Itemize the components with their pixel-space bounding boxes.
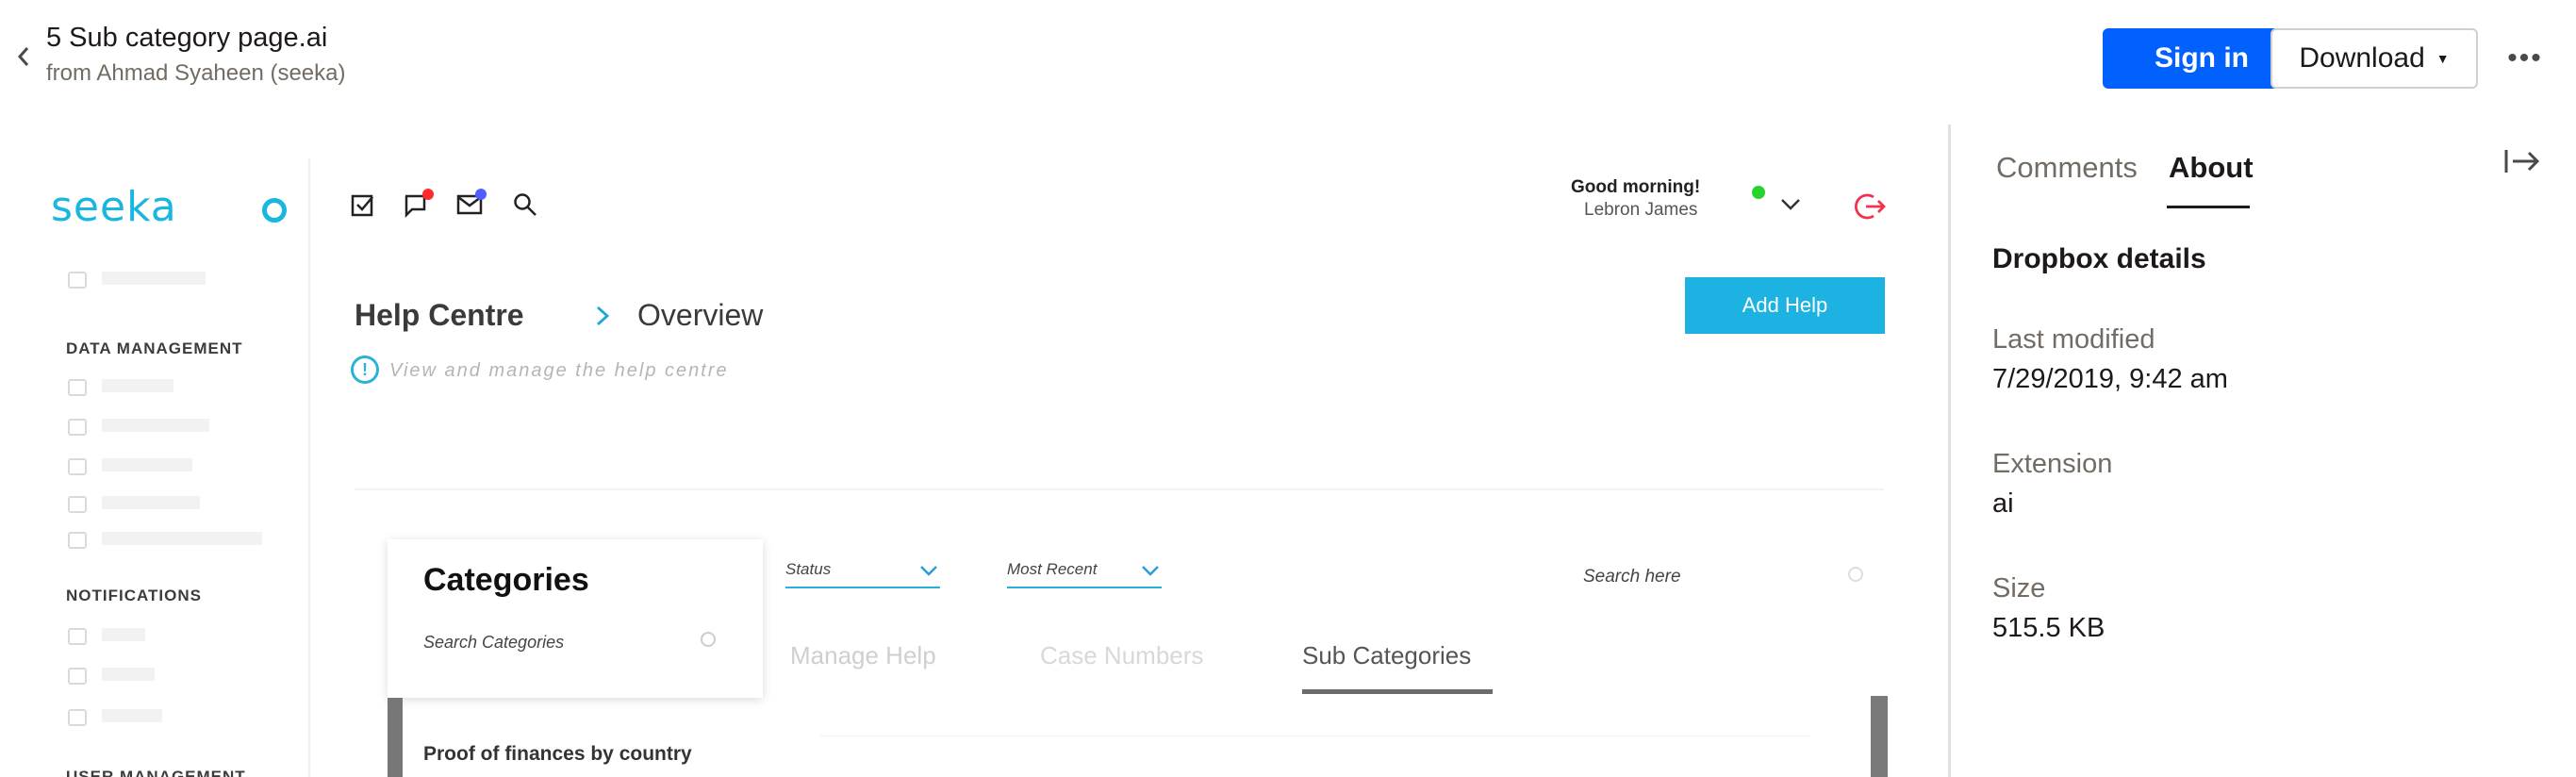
download-label: Download (2299, 42, 2425, 74)
chevron-down-icon (919, 562, 938, 584)
download-button[interactable]: Download ▼ (2271, 28, 2478, 89)
active-tab-indicator (2167, 206, 2250, 208)
sidebar-item-placeholder (102, 458, 192, 471)
tab-manage-help: Manage Help (790, 641, 936, 670)
tab-sub-categories: Sub Categories (1302, 641, 1472, 670)
search-icon (511, 190, 539, 219)
categories-title: Categories (423, 562, 589, 598)
scroll-region-left (388, 698, 403, 777)
active-tab-indicator (1302, 689, 1493, 694)
add-help-button: Add Help (1685, 277, 1885, 334)
collapse-panel-icon[interactable] (2503, 147, 2541, 184)
section-notifications: NOTIFICATIONS (66, 587, 202, 604)
last-modified-value: 7/29/2019, 9:42 am (1992, 364, 2228, 394)
sidebar-item-placeholder (102, 628, 145, 641)
chart-icon (68, 496, 87, 513)
file-owner: from Ahmad Syaheen (seeka) (46, 60, 346, 86)
file-title: 5 Sub category page.ai (46, 23, 328, 53)
section-data-management: DATA MANAGEMENT (66, 339, 243, 357)
status-filter: Status (785, 560, 940, 588)
status-filter-label: Status (785, 560, 832, 578)
home-icon (68, 272, 87, 289)
recent-filter-label: Most Recent (1007, 560, 1098, 578)
sidebar-item-placeholder (102, 532, 262, 545)
breadcrumb-current: Overview (637, 298, 764, 332)
sidebar-item-placeholder (102, 272, 206, 285)
tab-case-numbers: Case Numbers (1040, 641, 1204, 670)
sidebar-item-placeholder (102, 668, 155, 681)
chevron-right-icon (594, 304, 611, 336)
size-label: Size (1992, 573, 2046, 603)
size-value: 515.5 KB (1992, 613, 2105, 643)
search-icon (701, 632, 716, 647)
design-sidebar-border (308, 158, 310, 777)
chat-badge (422, 189, 434, 200)
breadcrumb-root: Help Centre (355, 298, 524, 332)
bell-icon (68, 628, 87, 645)
search-here-input: Search here (1583, 567, 1681, 587)
scroll-region-right (1871, 696, 1888, 777)
user-name: Lebron James (1584, 200, 1698, 220)
page-subtitle: View and manage the help centre (389, 360, 729, 381)
back-button[interactable] (9, 38, 38, 75)
chevron-left-icon (17, 47, 29, 66)
sidebar-item-placeholder (102, 419, 209, 432)
greeting: Good morning! (1571, 177, 1701, 197)
sidebar-item-placeholder (102, 709, 162, 722)
checkbox-icon (349, 190, 377, 219)
online-status-dot (1752, 186, 1765, 199)
panel-divider (1948, 124, 1951, 777)
upload-icon (68, 419, 87, 436)
caret-down-icon: ▼ (2436, 51, 2450, 66)
monitor-icon (68, 379, 87, 396)
search-categories-input: Search Categories (423, 633, 565, 652)
details-heading: Dropbox details (1992, 243, 2206, 274)
logout-icon (1853, 190, 1886, 223)
chevron-down-icon (1141, 562, 1160, 584)
file-preview (0, 124, 1948, 777)
category-row: Proof of finances by country (423, 743, 692, 765)
logo-ring-icon (262, 198, 287, 223)
chevron-down-icon (1780, 192, 1801, 217)
tab-about[interactable]: About (2169, 151, 2254, 185)
mail-icon (68, 709, 87, 726)
sidebar-item-placeholder (102, 379, 173, 392)
more-options-button[interactable]: ••• (2506, 40, 2544, 77)
content-divider (355, 488, 1884, 490)
search-icon (1848, 567, 1863, 582)
tab-comments[interactable]: Comments (1996, 151, 2138, 185)
recent-filter: Most Recent (1007, 560, 1162, 588)
extension-value: ai (1992, 488, 2014, 519)
design-logo: seeka (51, 183, 177, 231)
sidebar-item-placeholder (102, 496, 200, 509)
chat-icon (68, 668, 87, 685)
extension-label: Extension (1992, 449, 2113, 479)
mail-badge (475, 189, 487, 200)
user-icon (68, 532, 87, 549)
section-user-management: USER MANAGEMENT (66, 768, 246, 777)
last-modified-label: Last modified (1992, 324, 2155, 355)
info-icon: ! (351, 355, 379, 384)
list-icon (68, 458, 87, 475)
